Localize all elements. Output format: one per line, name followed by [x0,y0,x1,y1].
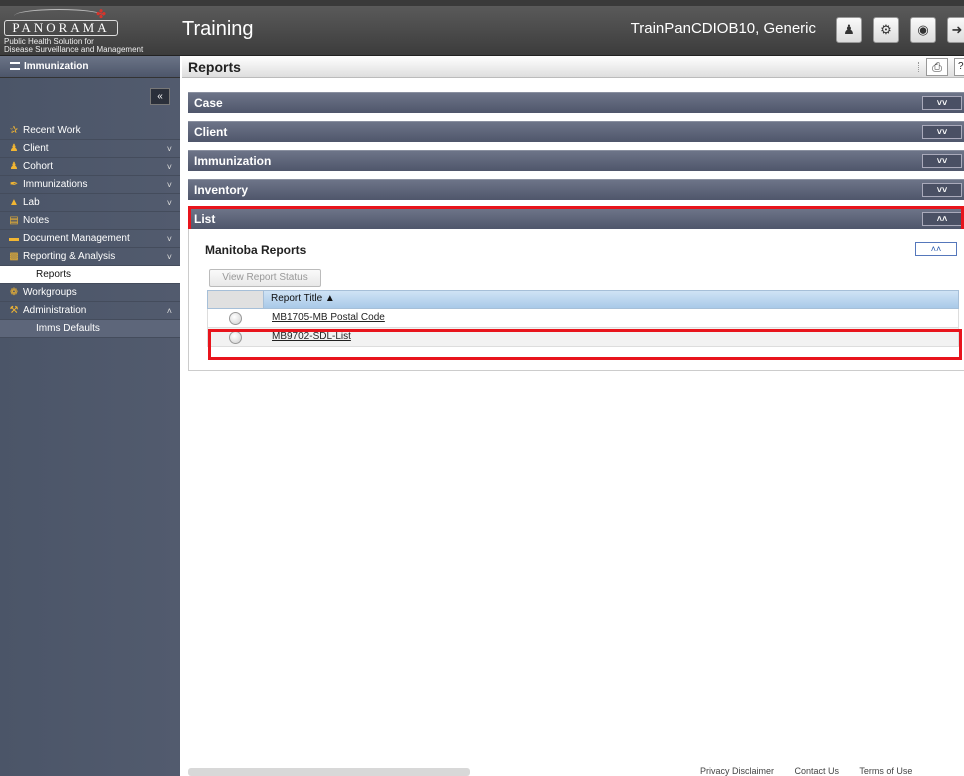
sidebar-item-label: Document Management [23,233,130,244]
footer-link-terms[interactable]: Terms of Use [859,766,912,776]
logout-icon: ➜ [951,22,963,37]
sidebar: Immunization « ✰ Recent Work ♟ Client ˅ ♟ C… [0,56,180,776]
sidebar-item-label: Administration [23,305,87,316]
star-icon: ✰ [9,125,19,136]
user-icon: ♟ [843,22,855,37]
expand-button[interactable]: ˅˅ [922,183,962,197]
logo-name: PANORAMA [4,20,118,36]
section-inventory[interactable]: Inventory ˅˅ [188,179,964,200]
sidebar-item-administration[interactable]: ⚒ Administration ˄ [0,302,180,320]
sidebar-item-label: Workgroups [23,287,77,298]
grid-icon [10,62,20,70]
section-label: Client [194,125,228,139]
sidebar-item-recent-work[interactable]: ✰ Recent Work [0,122,180,140]
gear-icon: ⚙ [880,22,892,37]
user-name: TrainPanCDIOB10, Generic [630,20,816,37]
sidebar-item-cohort[interactable]: ♟ Cohort ˅ [0,158,180,176]
printer-icon: ⎙ [932,60,942,74]
expand-button[interactable]: ˅˅ [922,125,962,139]
sidebar-item-notes[interactable]: ▤ Notes [0,212,180,230]
sidebar-collapse-button[interactable]: « [150,88,170,105]
table-header: Report Title ▲ [207,290,959,309]
section-label: Case [194,96,223,110]
main-content: Reports ⎙ ? Case ˅˅ Client ˅˅ Immunizati… [182,56,964,776]
report-link[interactable]: MB1705-MB Postal Code [272,312,385,323]
sidebar-item-label: Notes [23,215,50,226]
sidebar-item-label: Lab [23,197,40,208]
sidebar-item-label: Cohort [23,161,54,172]
table-row[interactable]: MB1705-MB Postal Code [207,309,959,328]
sidebar-item-label: Recent Work [23,125,81,136]
sidebar-header[interactable]: Immunization [0,56,180,78]
section-label: Immunization [194,154,272,168]
chevron-down-icon: ˅ [166,198,172,208]
sidebar-item-label: Immunizations [23,179,88,190]
highlight-selected-row [208,329,962,360]
sidebar-item-client[interactable]: ♟ Client ˅ [0,140,180,158]
wrench-icon: ⚒ [9,305,19,316]
sidebar-item-reporting-analysis[interactable]: ▩ Reporting & Analysis ˅ [0,248,180,266]
sidebar-item-label: Reports [36,269,72,280]
workgroup-icon: ❁ [9,287,19,298]
person-icon: ♟ [9,143,19,154]
globe-icon: ◉ [917,22,929,37]
chart-icon: ▩ [9,251,19,262]
sidebar-item-document-management[interactable]: ▬ Document Management ˅ [0,230,180,248]
section-case[interactable]: Case ˅˅ [188,92,964,113]
sidebar-item-label: Client [23,143,49,154]
footer-links: Privacy Disclaimer Contact Us Terms of U… [700,766,930,776]
chevron-down-icon: ˅ [166,234,172,244]
horizontal-scrollbar[interactable] [188,768,470,776]
print-button[interactable]: ⎙ [926,58,948,76]
help-icon: ? [958,61,964,72]
chevron-down-icon: ˅ [166,252,172,262]
view-report-status-button[interactable]: View Report Status [209,269,321,287]
expand-button[interactable]: ˅˅ [922,96,962,110]
sidebar-item-label: Imms Defaults [36,323,100,334]
section-client[interactable]: Client ˅˅ [188,121,964,142]
chevron-down-icon: ˅ [166,162,172,172]
group-icon: ♟ [9,161,19,172]
section-immunization[interactable]: Immunization ˅˅ [188,150,964,171]
sidebar-menu: ✰ Recent Work ♟ Client ˅ ♟ Cohort ˅ ✒ Immuni… [0,122,180,338]
chevron-down-icon: ˅ [166,144,172,154]
settings-button[interactable]: ⚙ [873,17,899,43]
folder-icon: ▬ [9,233,19,244]
row-radio[interactable] [229,312,242,325]
select-column-header [208,291,264,308]
logo-subtitle-2: Disease Surveillance and Management [4,45,144,54]
syringe-icon: ✒ [9,179,19,190]
logout-button[interactable]: ➜ [947,17,964,43]
maple-leaf-icon: ✤ [96,7,107,21]
sidebar-header-label: Immunization [24,61,89,72]
expand-button[interactable]: ˅˅ [922,154,962,168]
chevron-up-icon: ˄ [166,306,172,316]
footer-link-contact[interactable]: Contact Us [795,766,840,776]
page-title-bar: Reports ⎙ ? [182,56,964,78]
sidebar-item-imms-defaults[interactable]: Imms Defaults [0,320,180,338]
toolbar-separator [918,62,920,72]
chevron-down-icon: ˅ [166,180,172,190]
footer-link-privacy[interactable]: Privacy Disclaimer [700,766,774,776]
page-title: Reports [188,59,241,75]
section-label: Inventory [194,183,249,197]
language-button[interactable]: ◉ [910,17,936,43]
sidebar-item-reports[interactable]: Reports [0,266,180,284]
panel-title: Manitoba Reports [205,243,307,257]
user-profile-button[interactable]: ♟ [836,17,862,43]
sidebar-item-immunizations[interactable]: ✒ Immunizations ˅ [0,176,180,194]
sidebar-item-lab[interactable]: ▲ Lab ˅ [0,194,180,212]
app-title: Training [182,18,254,40]
note-icon: ▤ [9,215,19,226]
column-header-report-title[interactable]: Report Title ▲ [271,293,335,304]
panorama-logo[interactable]: ✤ PANORAMA Public Health Solution for Di… [4,8,176,54]
app-header: ✤ PANORAMA Public Health Solution for Di… [0,6,964,56]
sidebar-item-label: Reporting & Analysis [23,251,116,262]
flask-icon: ▲ [9,197,19,208]
sidebar-item-workgroups[interactable]: ❁ Workgroups [0,284,180,302]
panel-collapse-button[interactable]: ˄˄ [915,242,957,256]
help-button[interactable]: ? [954,58,964,76]
